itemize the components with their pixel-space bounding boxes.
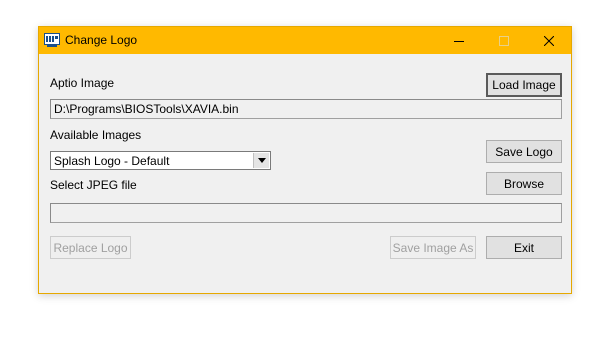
- aptio-image-path-field[interactable]: D:\Programs\BIOSTools\XAVIA.bin: [50, 99, 562, 119]
- jpeg-file-path-field[interactable]: [50, 203, 562, 223]
- close-button[interactable]: [526, 27, 571, 54]
- minimize-button[interactable]: [436, 27, 481, 54]
- exit-button[interactable]: Exit: [486, 236, 562, 259]
- select-jpeg-label: Select JPEG file: [50, 178, 137, 192]
- title-bar[interactable]: Change Logo: [39, 27, 571, 54]
- dropdown-arrow-button[interactable]: [253, 153, 269, 168]
- maximize-button: [481, 27, 526, 54]
- browse-button[interactable]: Browse: [486, 172, 562, 195]
- app-logo-icon: [44, 33, 60, 47]
- minimize-icon: [453, 40, 464, 42]
- replace-logo-button[interactable]: Replace Logo: [50, 236, 131, 259]
- available-images-dropdown[interactable]: Splash Logo - Default: [50, 151, 271, 170]
- load-image-button[interactable]: Load Image: [486, 73, 562, 97]
- chevron-down-icon: [257, 158, 266, 163]
- available-images-selected-value: Splash Logo - Default: [54, 154, 170, 168]
- window-title: Change Logo: [65, 33, 138, 47]
- maximize-icon: [498, 35, 509, 46]
- change-logo-window: Change Logo Aptio Image Load Image D:\Pr…: [38, 26, 572, 294]
- save-image-as-button[interactable]: Save Image As: [390, 236, 476, 259]
- close-icon: [543, 35, 554, 46]
- available-images-label: Available Images: [50, 128, 142, 142]
- save-logo-button[interactable]: Save Logo: [486, 140, 562, 163]
- aptio-image-label: Aptio Image: [50, 76, 115, 90]
